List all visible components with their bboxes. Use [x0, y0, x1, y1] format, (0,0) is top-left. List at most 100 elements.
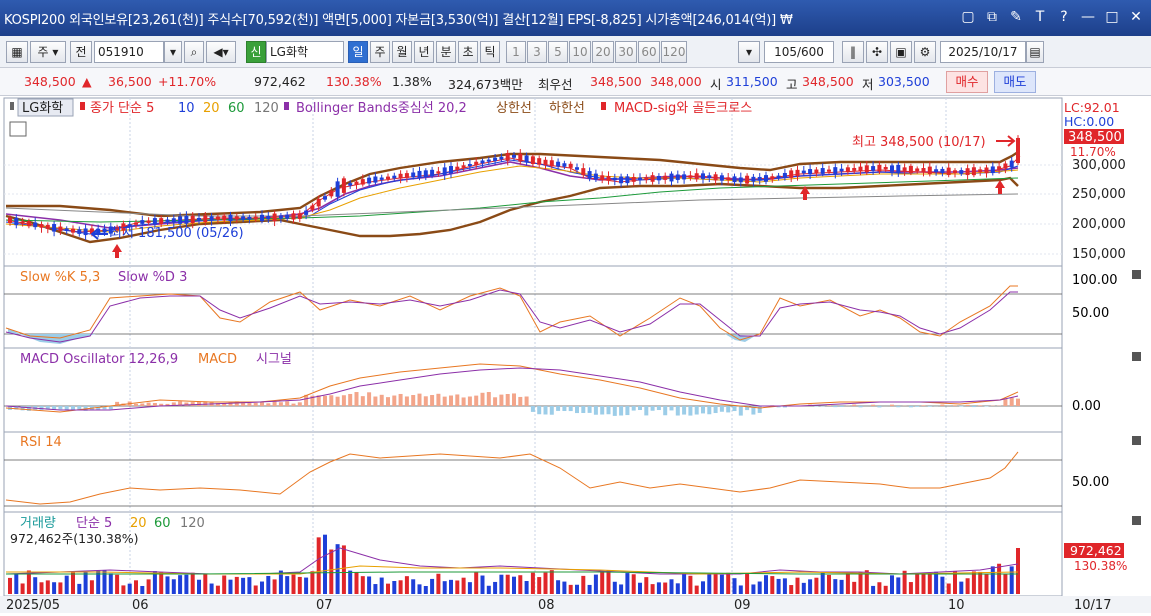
volume-bar	[222, 575, 226, 594]
volume-bar	[386, 584, 390, 594]
number-button[interactable]: 3	[527, 41, 547, 63]
volume-bar	[600, 571, 604, 594]
number-button[interactable]: 5	[548, 41, 568, 63]
chart-svg[interactable]: LG화학 종가 단순 5 10 20 60 120 Bollinger Band…	[0, 96, 1151, 613]
number-button[interactable]: 1	[506, 41, 526, 63]
panel-close-icon[interactable]	[1132, 516, 1141, 525]
number-button[interactable]: 30	[615, 41, 637, 63]
save-icon[interactable]: ▣	[890, 41, 912, 63]
calendar-icon[interactable]: ▤	[1026, 41, 1044, 63]
macd-bar	[833, 406, 837, 407]
interval-button[interactable]: 틱	[480, 41, 500, 63]
candle-body	[720, 175, 724, 180]
candle-body	[506, 153, 510, 161]
copy-icon[interactable]: ⧉	[983, 8, 1001, 26]
buy-button[interactable]: 매수	[946, 71, 988, 93]
volume-bar	[531, 573, 535, 594]
volume-bar	[229, 580, 233, 594]
chevron-down-icon[interactable]: ▾	[164, 41, 182, 63]
x-tick: 08	[538, 598, 555, 613]
candle-body	[733, 176, 737, 182]
number-button[interactable]: 10	[569, 41, 591, 63]
help-icon[interactable]: ?	[1055, 8, 1073, 26]
candle-body	[972, 167, 976, 175]
interval-button[interactable]: 초	[458, 41, 478, 63]
candle-body	[556, 162, 560, 167]
search-icon[interactable]: ⌕	[184, 41, 204, 63]
volume-bar	[777, 579, 781, 594]
candle-body	[619, 177, 623, 184]
volume-last-pct: 130.38%	[1074, 559, 1127, 573]
speaker-icon[interactable]: ◀︎▾	[206, 41, 236, 63]
number-button[interactable]: 20	[592, 41, 614, 63]
candle-body	[651, 175, 655, 182]
volume-bar	[985, 574, 989, 594]
panel-close-icon[interactable]	[1132, 352, 1141, 361]
grid-toggle-icon[interactable]	[10, 122, 26, 136]
legend-ma10: 10	[178, 101, 195, 116]
macd-bar	[922, 405, 926, 406]
candle-body	[487, 160, 491, 162]
stock-code-input[interactable]: 051910	[94, 41, 164, 63]
panel-close-icon[interactable]	[1132, 270, 1141, 279]
macd-bar	[342, 395, 346, 406]
macd-bar	[852, 405, 856, 406]
volume-bar	[940, 577, 944, 594]
candle-body	[544, 160, 548, 165]
volume-bar	[890, 575, 894, 594]
date-input[interactable]: 2025/10/17	[940, 41, 1026, 63]
volume-bar	[355, 572, 359, 594]
close-icon[interactable]: ✕	[1127, 8, 1145, 26]
chart-type-button[interactable]: 전	[70, 41, 92, 63]
stock-name-field[interactable]: LG화학	[266, 41, 344, 63]
volume-bar	[493, 582, 497, 594]
macd-bar	[241, 403, 245, 406]
panel-close-icon[interactable]	[1132, 436, 1141, 445]
interval-button[interactable]: 월	[392, 41, 412, 63]
candle-body	[449, 166, 453, 173]
macd-bar	[550, 406, 554, 415]
interval-button[interactable]: 주	[370, 41, 390, 63]
macd-bar	[254, 403, 258, 406]
macd-bar	[525, 397, 529, 406]
volume-bar	[550, 570, 554, 594]
interval-button[interactable]: 분	[436, 41, 456, 63]
candle-body	[336, 181, 340, 196]
macd-bar	[581, 406, 585, 413]
candle-body	[739, 177, 743, 182]
volume-bar	[726, 573, 730, 594]
toolbar: ▦ 주 ▾ 전 051910 ▾ ⌕ ◀︎▾ 신 LG화학 ▾ 105/600 …	[0, 36, 1151, 68]
macd-bar	[518, 397, 522, 406]
maximize-icon[interactable]: □	[1103, 8, 1121, 26]
gear-icon[interactable]: ⚙	[914, 41, 936, 63]
candle-icon[interactable]: ‖	[842, 41, 864, 63]
volume-bar	[436, 574, 440, 594]
macd-bar	[657, 406, 661, 410]
interval-button[interactable]: 일	[348, 41, 368, 63]
crosshair-icon[interactable]: ✣	[866, 41, 888, 63]
macd-bar	[588, 406, 592, 413]
candle-body	[909, 166, 913, 173]
layout-icon[interactable]: ▦	[6, 41, 28, 63]
period-select[interactable]: 주 ▾	[30, 41, 66, 63]
count-field[interactable]: 105/600	[764, 41, 834, 63]
volume-bar	[499, 575, 503, 594]
macd-bar	[147, 403, 151, 406]
number-button[interactable]: 60	[638, 41, 660, 63]
macd-bar	[418, 394, 422, 406]
chart-area[interactable]: LG화학 종가 단순 5 10 20 60 120 Bollinger Band…	[0, 96, 1151, 613]
text-icon[interactable]: T	[1031, 8, 1049, 26]
macd-bar	[499, 395, 503, 406]
volume-bar	[840, 580, 844, 594]
sell-button[interactable]: 매도	[994, 71, 1036, 93]
candle-body	[329, 191, 333, 197]
interval-button[interactable]: 년	[414, 41, 434, 63]
chevron-down-icon[interactable]: ▾	[738, 41, 760, 63]
volume-bar	[115, 575, 119, 594]
edit-icon[interactable]: ✎	[1007, 8, 1025, 26]
link-icon[interactable]: ▢	[959, 8, 977, 26]
number-button[interactable]: 120	[661, 41, 687, 63]
x-tick: 09	[734, 598, 751, 613]
minimize-icon[interactable]: —	[1079, 8, 1097, 26]
volume-bar	[676, 583, 680, 594]
